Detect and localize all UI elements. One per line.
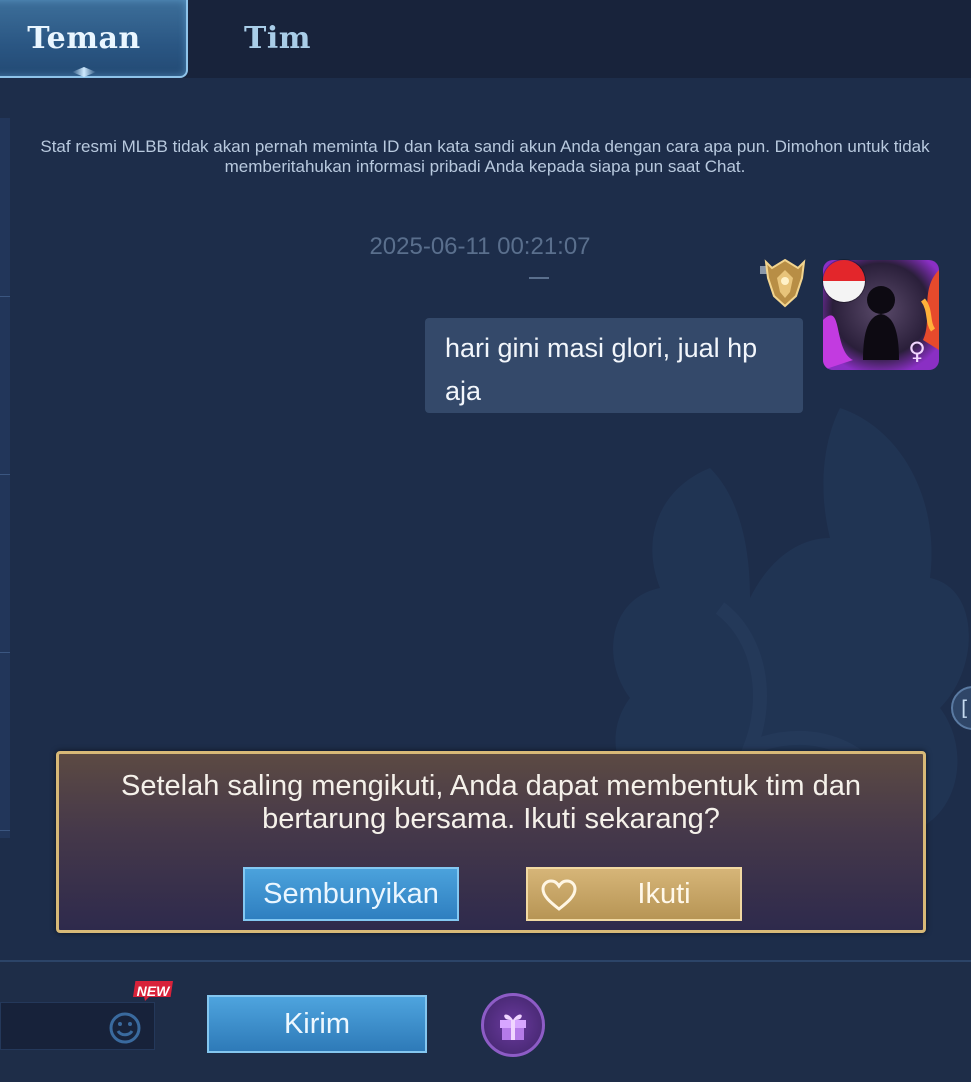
emoji-icon[interactable] <box>108 1011 142 1045</box>
safety-notice: Staf resmi MLBB tidak akan pernah memint… <box>40 137 930 176</box>
gift-button[interactable] <box>481 993 545 1057</box>
follow-prompt-text: Setelah saling mengikuti, Anda dapat mem… <box>121 770 861 835</box>
heart-icon <box>541 879 577 911</box>
chat-message-bubble[interactable]: hari gini masi glori, jual hp aja <box>425 318 803 413</box>
timestamp-divider <box>529 277 549 279</box>
tab-tim[interactable]: Tim <box>200 0 355 76</box>
tab-bar: Teman Tim <box>0 0 971 78</box>
tab-teman[interactable]: Teman <box>0 0 188 78</box>
send-button[interactable]: Kirim <box>207 995 427 1053</box>
left-panel-edge <box>0 118 10 838</box>
follow-prompt: Setelah saling mengikuti, Anda dapat mem… <box>56 751 926 933</box>
chat-input-bar: NEW Kirim <box>0 960 971 1082</box>
female-gender-icon: ♀ <box>908 337 926 365</box>
follow-button[interactable]: Ikuti <box>526 867 742 921</box>
rank-badge-icon <box>760 258 806 308</box>
hide-button[interactable]: Sembunyikan <box>243 867 459 921</box>
hide-button-label: Sembunyikan <box>263 877 439 910</box>
tab-tim-label: Tim <box>244 20 311 56</box>
country-flag-icon <box>823 260 865 302</box>
send-button-label: Kirim <box>283 1007 351 1040</box>
gift-icon <box>500 1014 526 1040</box>
follow-button-label: Ikuti <box>637 877 691 910</box>
message-timestamp: 2025-06-11 00:21:07 <box>369 233 591 260</box>
chat-message-text: hari gini masi glori, jual hp aja <box>445 333 758 406</box>
tab-active-indicator <box>72 67 96 77</box>
tab-teman-label: Teman <box>27 20 141 56</box>
new-badge: NEW <box>133 981 173 1001</box>
